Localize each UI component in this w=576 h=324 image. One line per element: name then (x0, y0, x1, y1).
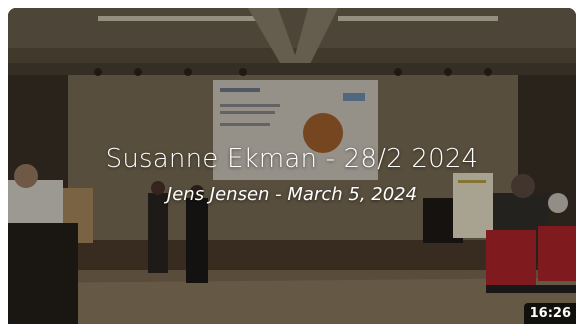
video-title: Susanne Ekman - 28/2 2024 (105, 144, 479, 174)
video-thumbnail[interactable]: Susanne Ekman - 28/2 2024 Jens Jensen - … (8, 8, 576, 324)
video-subtitle: Jens Jensen - March 5, 2024 (166, 184, 418, 205)
duration-badge: 16:26 (523, 303, 576, 324)
